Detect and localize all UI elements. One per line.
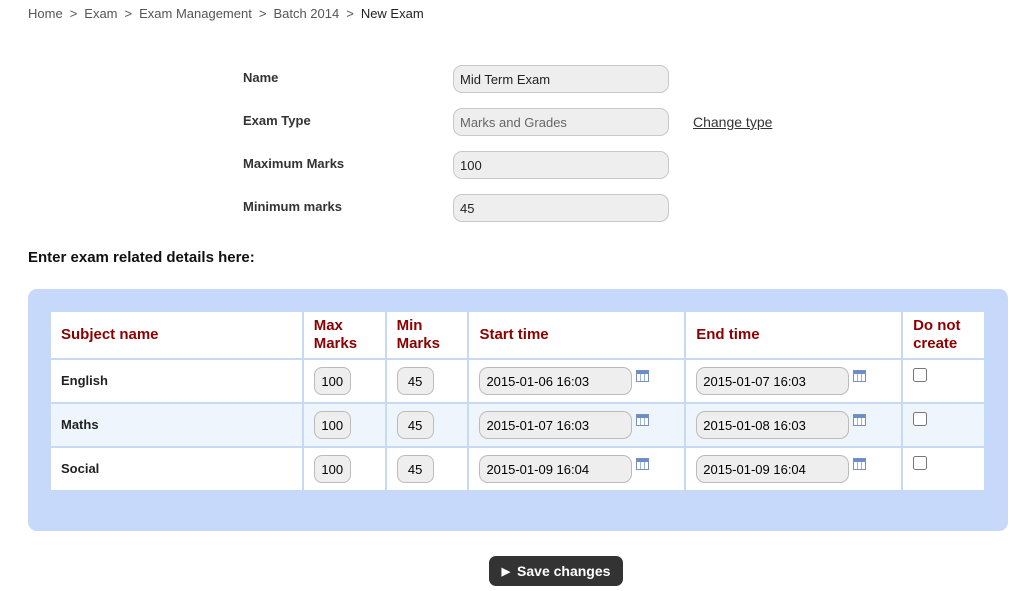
maximum-marks-input[interactable] xyxy=(453,151,669,179)
end-time-input[interactable] xyxy=(696,455,850,483)
do-not-create-cell xyxy=(901,358,986,404)
max-marks-cell xyxy=(301,446,387,492)
header-end-time: End time xyxy=(684,310,904,360)
save-changes-label: Save changes xyxy=(517,563,611,579)
minimum-marks-input[interactable] xyxy=(453,194,669,222)
header-max-marks: Max Marks xyxy=(301,310,387,360)
table-row: Social xyxy=(49,446,986,492)
calendar-icon[interactable] xyxy=(636,370,650,382)
breadcrumb-exam-link[interactable]: Exam xyxy=(84,6,117,21)
section-title: Enter exam related details here: xyxy=(28,249,255,266)
table-row: Maths xyxy=(49,402,986,448)
calendar-icon[interactable] xyxy=(636,414,650,426)
calendar-icon[interactable] xyxy=(853,370,867,382)
name-label: Name xyxy=(243,70,279,85)
maximum-marks-label: Maximum Marks xyxy=(243,156,345,171)
start-time-input[interactable] xyxy=(479,411,633,439)
calendar-icon[interactable] xyxy=(636,458,650,470)
subject-cell: Social xyxy=(49,446,304,492)
breadcrumb-separator: > xyxy=(124,6,133,21)
breadcrumb-separator: > xyxy=(69,6,78,21)
min-marks-input[interactable] xyxy=(396,367,434,395)
end-time-cell xyxy=(684,358,904,404)
header-subject-name: Subject name xyxy=(49,310,304,360)
start-time-cell xyxy=(467,446,687,492)
save-changes-button[interactable]: ▶ Save changes xyxy=(489,556,623,586)
table-header-row: Subject name Max Marks Min Marks Start tim… xyxy=(49,310,986,360)
breadcrumb-home-link[interactable]: Home xyxy=(28,6,63,21)
max-marks-input[interactable] xyxy=(313,455,351,483)
do-not-create-cell xyxy=(901,402,986,448)
subject-cell: English xyxy=(49,358,304,404)
play-icon: ▶ xyxy=(501,565,511,578)
breadcrumb-exam-management-link[interactable]: Exam Management xyxy=(139,6,252,21)
end-time-input[interactable] xyxy=(696,411,850,439)
start-time-input[interactable] xyxy=(479,367,633,395)
change-type-link[interactable]: Change type xyxy=(693,114,772,130)
do-not-create-cell xyxy=(901,446,986,492)
name-input[interactable] xyxy=(453,65,669,93)
breadcrumb-current: New Exam xyxy=(360,6,424,21)
min-marks-input[interactable] xyxy=(396,411,434,439)
exam-type-label: Exam Type xyxy=(243,113,311,128)
do-not-create-checkbox[interactable] xyxy=(913,456,928,470)
subject-name: Maths xyxy=(61,417,99,432)
header-do-not-create: Do not create xyxy=(901,310,986,360)
max-marks-input[interactable] xyxy=(313,411,351,439)
max-marks-input[interactable] xyxy=(313,367,351,395)
max-marks-cell xyxy=(301,358,387,404)
subject-name: Social xyxy=(61,461,100,476)
min-marks-cell xyxy=(384,446,470,492)
exam-details-panel: Subject name Max Marks Min Marks Start tim… xyxy=(28,289,1008,531)
breadcrumb-separator: > xyxy=(258,6,267,21)
min-marks-input[interactable] xyxy=(396,455,434,483)
breadcrumb-batch-link[interactable]: Batch 2014 xyxy=(273,6,339,21)
start-time-cell xyxy=(467,402,687,448)
subject-name: English xyxy=(61,373,108,388)
end-time-cell xyxy=(684,402,904,448)
minimum-marks-label: Minimum marks xyxy=(243,199,342,214)
end-time-input[interactable] xyxy=(696,367,850,395)
breadcrumb-separator: > xyxy=(346,6,354,21)
calendar-icon[interactable] xyxy=(853,458,867,470)
exam-type-input xyxy=(453,108,669,136)
end-time-cell xyxy=(684,446,904,492)
do-not-create-checkbox[interactable] xyxy=(913,412,928,426)
max-marks-cell xyxy=(301,402,387,448)
start-time-cell xyxy=(467,358,687,404)
breadcrumb: Home > Exam > Exam Management > Batch 2014 > New… xyxy=(28,6,424,21)
header-min-marks: Min Marks xyxy=(384,310,470,360)
min-marks-cell xyxy=(384,402,470,448)
min-marks-cell xyxy=(384,358,470,404)
subject-cell: Maths xyxy=(49,402,304,448)
header-start-time: Start time xyxy=(467,310,687,360)
calendar-icon[interactable] xyxy=(853,414,867,426)
table-row: English xyxy=(49,358,986,404)
start-time-input[interactable] xyxy=(479,455,633,483)
do-not-create-checkbox[interactable] xyxy=(913,368,928,382)
subjects-table: Subject name Max Marks Min Marks Start tim… xyxy=(49,310,986,492)
